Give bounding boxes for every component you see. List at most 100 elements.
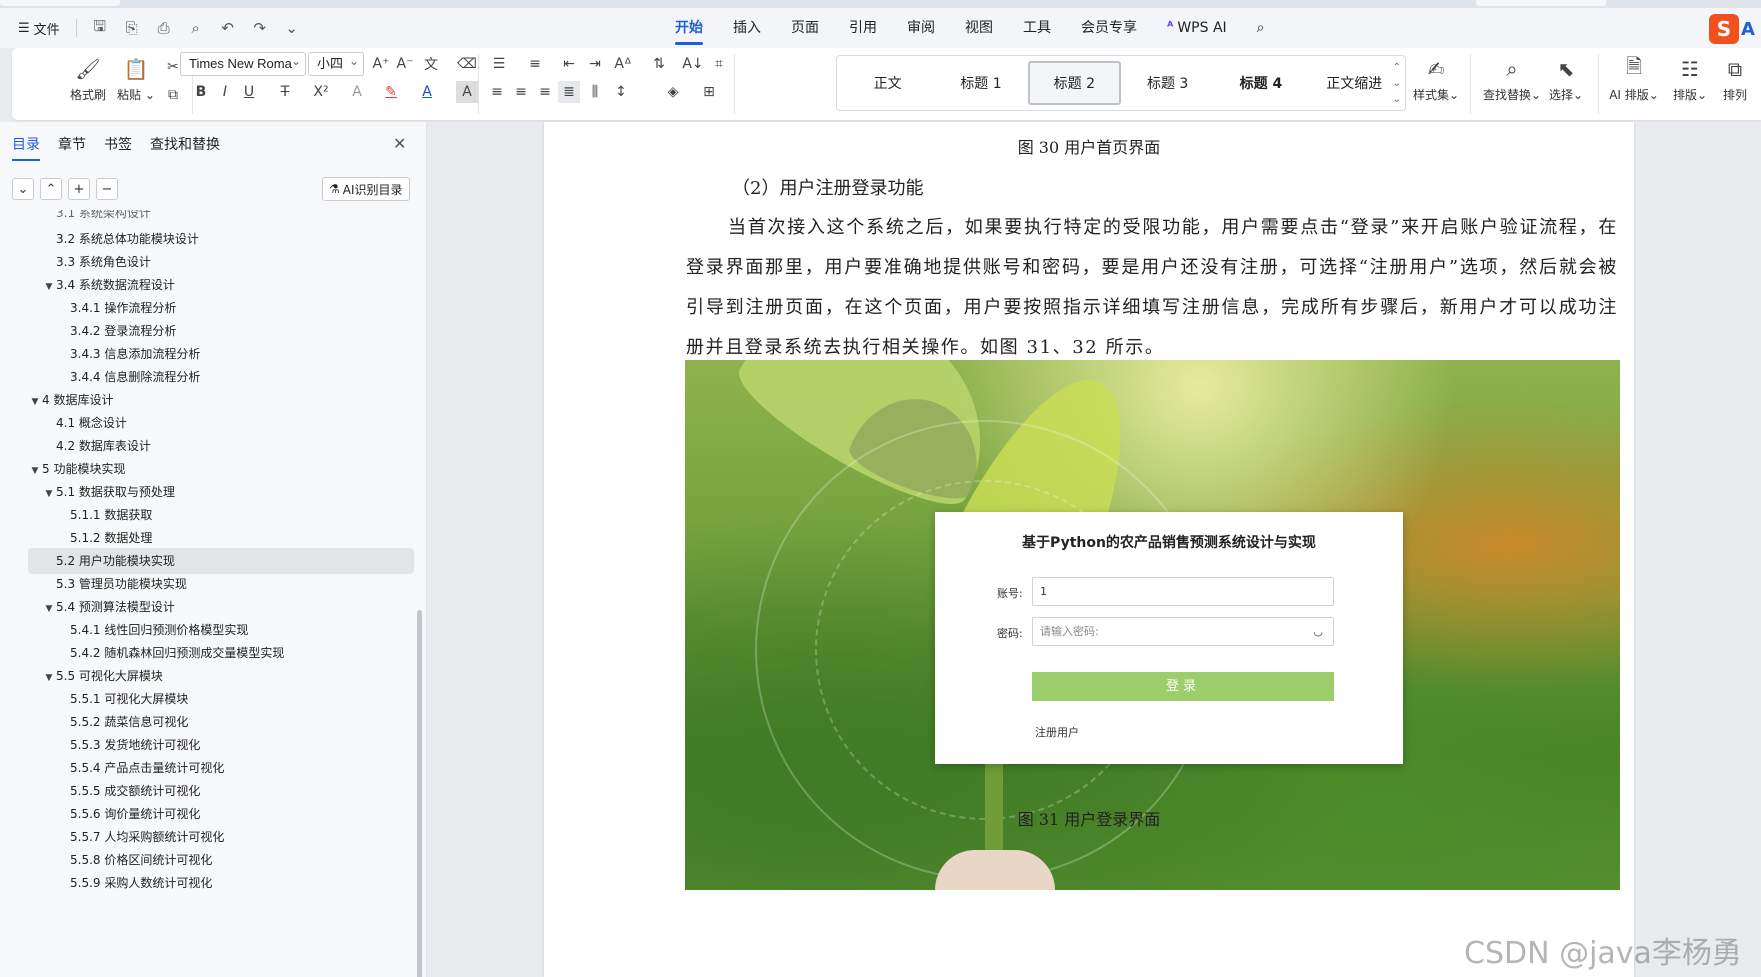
menu-tools[interactable]: 工具 — [1008, 8, 1066, 48]
strikethrough-icon[interactable]: T — [274, 81, 296, 103]
arrange-icon: ⧉ — [1727, 57, 1743, 81]
copy-icon[interactable]: ⧉ — [162, 84, 184, 106]
remove-heading-button[interactable]: − — [96, 178, 118, 200]
file-menu[interactable]: ☰ 文件 — [12, 14, 66, 42]
font-name-select[interactable]: Times New Roma — [180, 52, 306, 76]
document-page[interactable]: 图 30 用户首页界面 （2）用户注册登录功能 当首次接入这个系统之后，如果要执… — [544, 122, 1634, 977]
shading-icon[interactable]: ◈ — [662, 81, 684, 103]
highlight-icon[interactable]: ✎ — [380, 81, 402, 103]
sort-icon[interactable]: ⇅ — [648, 53, 670, 75]
align-right-icon[interactable]: ≡ — [534, 81, 556, 103]
increase-indent-icon[interactable]: ⇥ — [584, 53, 606, 75]
undo-icon[interactable]: ↶ — [215, 14, 241, 42]
font-color-icon[interactable]: A — [416, 81, 438, 103]
font-size-select[interactable]: 小四 — [308, 52, 364, 76]
numbered-list-icon[interactable]: ≡ — [524, 53, 546, 75]
gallery-scroll-icon[interactable]: ⌃ ⌄ ⌄ — [1393, 60, 1401, 108]
clear-format-icon[interactable]: ⌫ — [456, 53, 478, 75]
brand-logo: S A — [1709, 12, 1761, 46]
window-tab-strip — [0, 0, 1761, 8]
italic-icon[interactable]: I — [214, 81, 236, 103]
toc-item-label: 3.2 系统总体功能模块设计 — [56, 232, 199, 246]
ai-toc-button[interactable]: ⚗ AI识别目录 — [322, 177, 410, 201]
bullet-list-icon[interactable]: ☰ — [488, 53, 510, 75]
toc-item-label: 5.5 可视化大屏模块 — [56, 669, 163, 683]
tab-find-replace[interactable]: 查找和替换 — [150, 134, 220, 161]
menu-page[interactable]: 页面 — [776, 8, 834, 48]
style-normal[interactable]: 正文 — [841, 61, 934, 105]
tab-toc[interactable]: 目录 — [12, 134, 40, 161]
divider — [75, 19, 77, 37]
close-icon[interactable]: ✕ — [393, 134, 406, 153]
toc-item-label: 3.4.1 操作流程分析 — [70, 301, 177, 315]
decrease-indent-icon[interactable]: ⇤ — [558, 53, 580, 75]
layout-icon: ☷ — [1681, 57, 1699, 81]
superscript-icon[interactable]: X² — [310, 81, 332, 103]
char-shading-icon[interactable]: A — [456, 81, 478, 103]
menu-wps-ai[interactable]: ᴬ WPS AI — [1152, 8, 1242, 48]
arrange-button[interactable]: ⧉ 排列 — [1720, 56, 1750, 114]
menu-review[interactable]: 审阅 — [892, 8, 950, 48]
align-justify-icon[interactable]: ≣ — [558, 81, 580, 103]
line-spacing-icon[interactable]: ↕ — [610, 81, 632, 103]
ai-toc-label: AI识别目录 — [342, 182, 403, 197]
toc-item[interactable]: 3.1 系统架构设计 — [28, 210, 414, 226]
chevron-down-icon[interactable]: ⌄ — [279, 14, 305, 42]
expand-up-button[interactable]: ⌃ — [40, 178, 62, 200]
divider — [1598, 54, 1599, 114]
menu-view[interactable]: 视图 — [950, 8, 1008, 48]
login-button[interactable]: 登录 — [1032, 672, 1334, 701]
borders-icon[interactable]: ⊞ — [698, 81, 720, 103]
bold-icon[interactable]: B — [190, 81, 212, 103]
style-heading-2[interactable]: 标题 2 — [1027, 61, 1121, 105]
toc-item[interactable]: 5.5.9 采购人数统计可视化 — [28, 870, 414, 896]
share-icon[interactable]: ⎘ — [119, 14, 145, 42]
save-icon[interactable]: 🖫 — [87, 14, 113, 42]
format-painter-button[interactable]: 🖌 格式刷 — [64, 56, 112, 114]
grow-font-icon[interactable]: A⁺ — [370, 53, 392, 75]
style-heading-4[interactable]: 标题 4 — [1214, 61, 1307, 105]
layout-button[interactable]: ☷ 排版⌄ — [1666, 56, 1714, 114]
toc-item-label: 5.1.2 数据处理 — [70, 531, 153, 545]
text-effect-icon[interactable]: A — [346, 81, 368, 103]
menu-home[interactable]: 开始 — [660, 8, 718, 48]
style-heading-3[interactable]: 标题 3 — [1121, 61, 1214, 105]
style-set-icon: ✍ — [1427, 57, 1445, 81]
search-icon[interactable]: ⌕ — [1242, 8, 1280, 48]
distributed-align-icon[interactable]: ⫼ — [584, 81, 606, 103]
underline-icon[interactable]: U — [238, 81, 260, 103]
menu-insert[interactable]: 插入 — [718, 8, 776, 48]
print-preview-icon[interactable]: ⌕ — [183, 14, 209, 42]
print-icon[interactable]: ⎙ — [151, 14, 177, 42]
tab-bookmarks[interactable]: 书签 — [104, 134, 132, 161]
toc-item-label: 5.5.9 采购人数统计可视化 — [70, 876, 213, 890]
style-normal-indent[interactable]: 正文缩进 — [1308, 61, 1401, 105]
redo-icon[interactable]: ↷ — [247, 14, 273, 42]
find-replace-button[interactable]: ⌕ 查找替换⌄ — [1483, 56, 1541, 114]
main-menus: 开始 插入 页面 引用 审阅 视图 工具 会员专享 ᴬ WPS AI ⌕ — [660, 8, 1280, 48]
nav-scrollbar[interactable] — [417, 610, 422, 977]
ai-layout-button[interactable]: 🗎 AI 排版⌄ — [1609, 54, 1659, 114]
menu-references[interactable]: 引用 — [834, 8, 892, 48]
style-heading-1[interactable]: 标题 1 — [934, 61, 1027, 105]
document-area: 图 30 用户首页界面 （2）用户注册登录功能 当首次接入这个系统之后，如果要执… — [428, 122, 1761, 977]
select-button[interactable]: ⬉ 选择⌄ — [1542, 56, 1590, 114]
show-marks-icon[interactable]: ⌗ — [708, 53, 730, 75]
eye-icon[interactable]: ◡ — [1313, 618, 1323, 645]
collapse-all-button[interactable]: ⌄ — [12, 178, 34, 200]
text-direction-icon[interactable]: Aᐞ — [612, 53, 634, 75]
align-left-icon[interactable]: ≡ — [486, 81, 508, 103]
add-heading-button[interactable]: + — [68, 178, 90, 200]
paste-button[interactable]: 📋 粘贴 ⌄ — [112, 56, 160, 114]
password-input[interactable]: 请输入密码: ◡ — [1032, 617, 1334, 646]
sort-az-icon[interactable]: A↓ — [682, 53, 704, 75]
phonetic-guide-icon[interactable]: 文 — [420, 53, 442, 75]
align-center-icon[interactable]: ≡ — [510, 81, 532, 103]
tab-sections[interactable]: 章节 — [58, 134, 86, 161]
toc-item-label: 3.4 系统数据流程设计 — [56, 278, 175, 292]
shrink-font-icon[interactable]: A⁻ — [394, 53, 416, 75]
account-input[interactable]: 1 — [1032, 577, 1334, 606]
style-set-button[interactable]: ✍ 样式集⌄ — [1412, 56, 1460, 114]
menu-membership[interactable]: 会员专享 — [1066, 8, 1152, 48]
register-link[interactable]: 注册用户 — [1035, 724, 1079, 740]
